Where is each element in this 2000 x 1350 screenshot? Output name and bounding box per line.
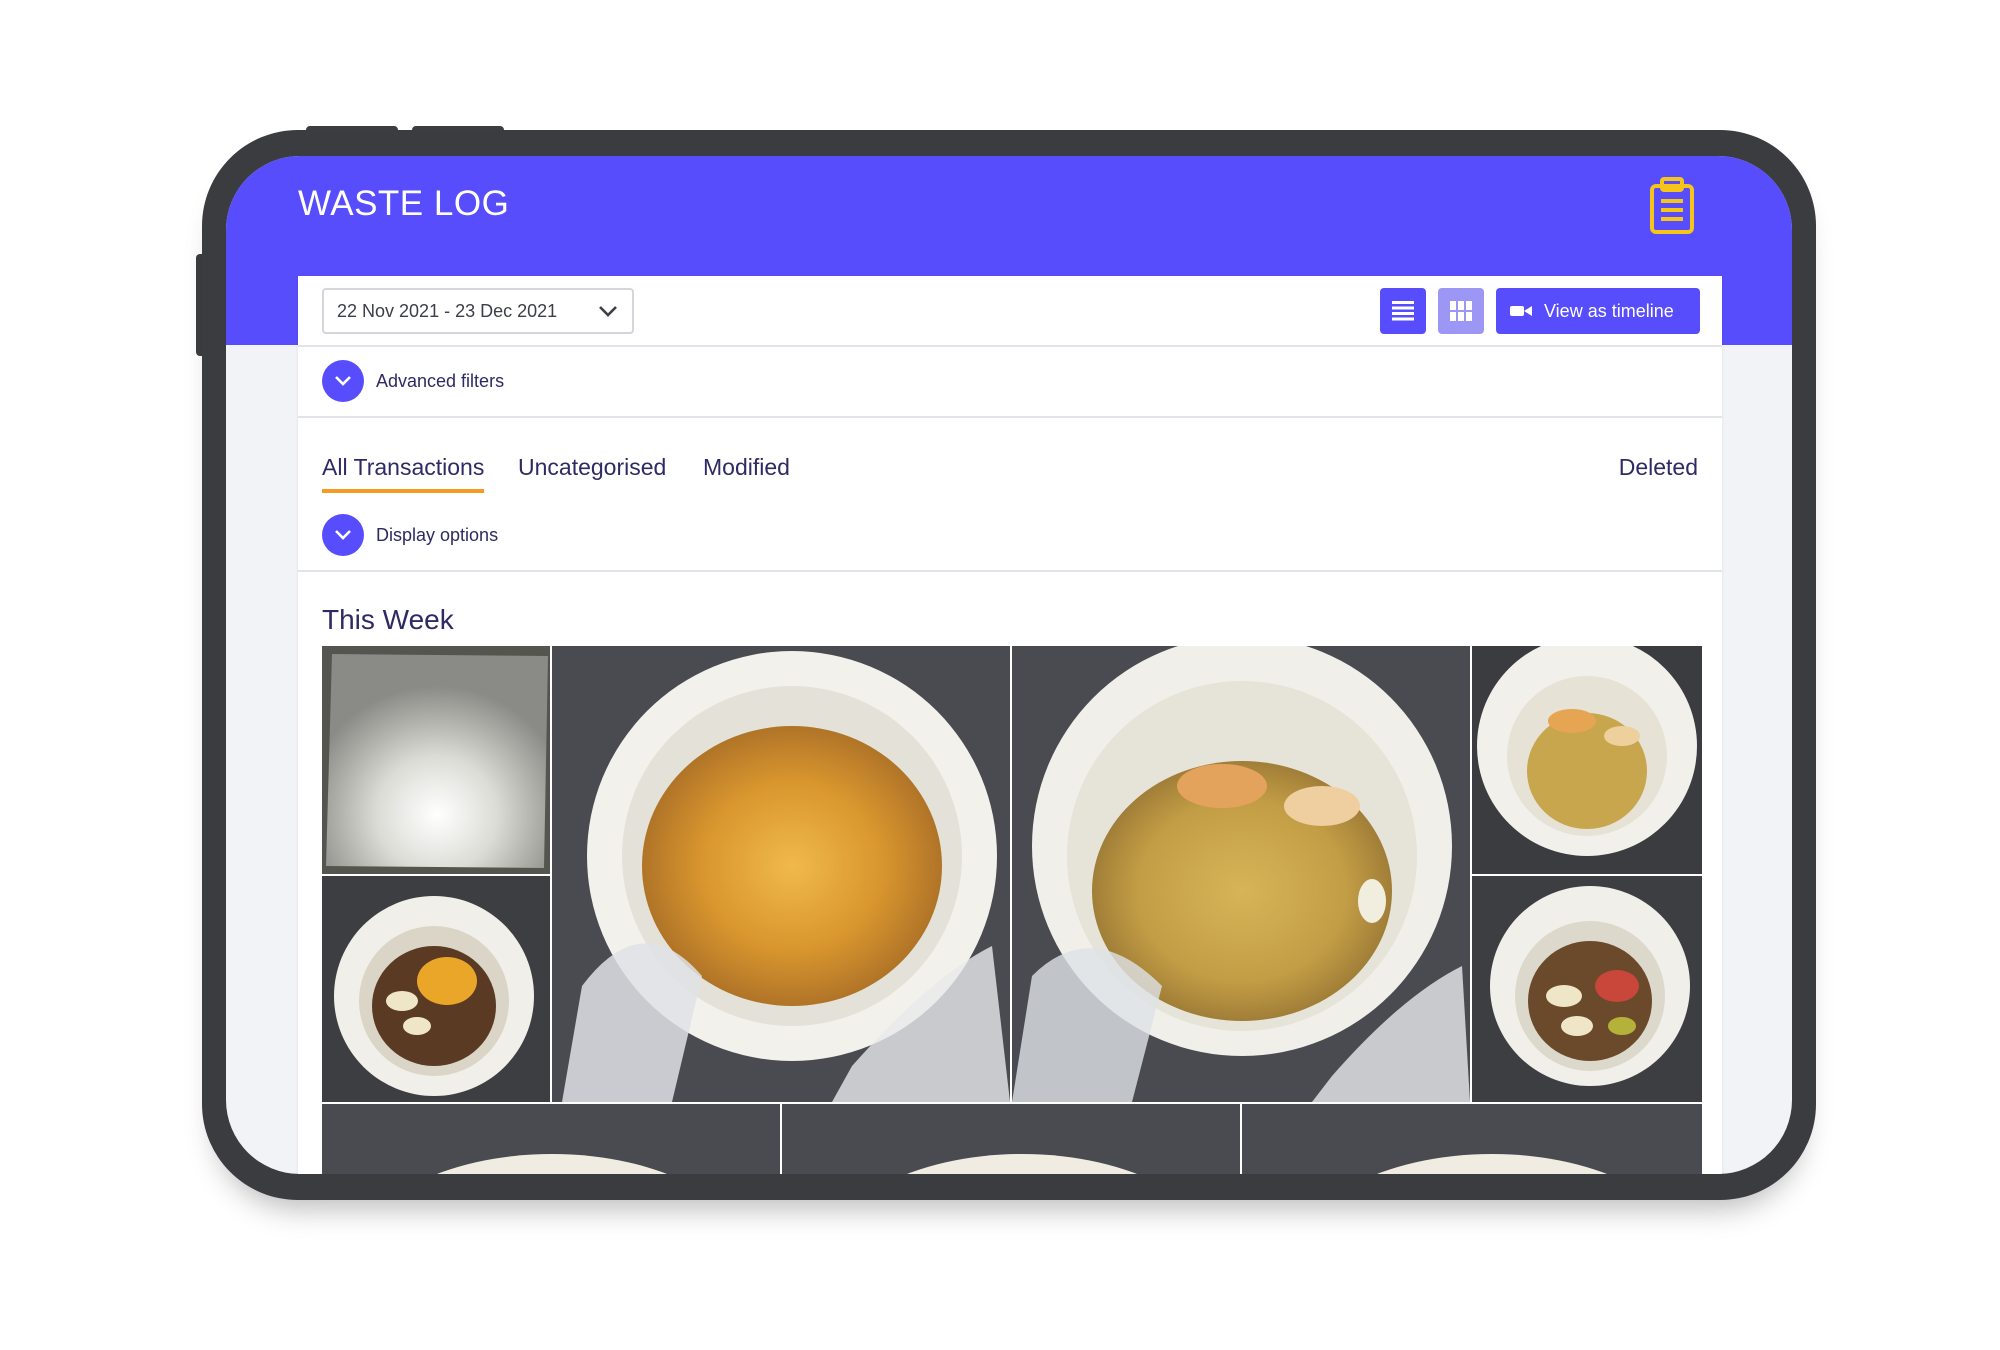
waste-photo[interactable]	[1472, 646, 1702, 874]
display-options-label: Display options	[376, 524, 499, 545]
clipboard-icon[interactable]	[1648, 176, 1696, 236]
waste-photo[interactable]	[782, 1104, 1240, 1174]
chevron-down-icon	[599, 306, 617, 317]
timeline-label: View as timeline	[1544, 300, 1674, 321]
divider	[298, 570, 1722, 572]
tab-deleted[interactable]: Deleted	[1619, 454, 1698, 481]
waste-photo[interactable]	[322, 1104, 780, 1174]
tab-uncategorised[interactable]: Uncategorised	[518, 454, 666, 481]
date-range-select[interactable]: 22 Nov 2021 - 23 Dec 2021	[322, 288, 634, 334]
tablet-screen: WASTE LOG 22 Nov 2021 - 23 Dec 2021 View…	[226, 156, 1792, 1174]
waste-photo[interactable]	[1012, 646, 1470, 1102]
section-title: This Week	[322, 604, 454, 635]
grid-view-button[interactable]	[1438, 288, 1484, 334]
tablet-device: WASTE LOG 22 Nov 2021 - 23 Dec 2021 View…	[202, 130, 1816, 1200]
display-options-toggle[interactable]: Display options	[322, 514, 498, 556]
advanced-filters-toggle[interactable]: Advanced filters	[322, 360, 504, 402]
advanced-filters-label: Advanced filters	[376, 370, 505, 391]
waste-log-panel: 22 Nov 2021 - 23 Dec 2021 View as timeli…	[298, 276, 1722, 1174]
date-range-value: 22 Nov 2021 - 23 Dec 2021	[337, 300, 558, 321]
divider	[298, 416, 1722, 418]
waste-photo[interactable]	[1242, 1104, 1702, 1174]
tab-all-transactions[interactable]: All Transactions	[322, 454, 485, 493]
grid-view-icon	[1450, 301, 1472, 321]
list-view-icon	[1392, 301, 1414, 321]
filter-toolbar: 22 Nov 2021 - 23 Dec 2021 View as timeli…	[298, 276, 1722, 347]
chevron-down-icon	[322, 360, 364, 402]
view-as-timeline-button[interactable]: View as timeline	[1496, 288, 1700, 334]
waste-photo[interactable]	[322, 646, 550, 874]
app-title: WASTE LOG	[298, 184, 510, 223]
chevron-down-icon	[322, 514, 364, 556]
waste-photo[interactable]	[1472, 876, 1702, 1102]
video-camera-icon	[1510, 306, 1532, 316]
tab-modified[interactable]: Modified	[703, 454, 790, 481]
photo-grid	[322, 646, 1702, 1174]
list-view-button[interactable]	[1380, 288, 1426, 334]
waste-photo[interactable]	[322, 876, 550, 1102]
waste-photo[interactable]	[552, 646, 1010, 1102]
